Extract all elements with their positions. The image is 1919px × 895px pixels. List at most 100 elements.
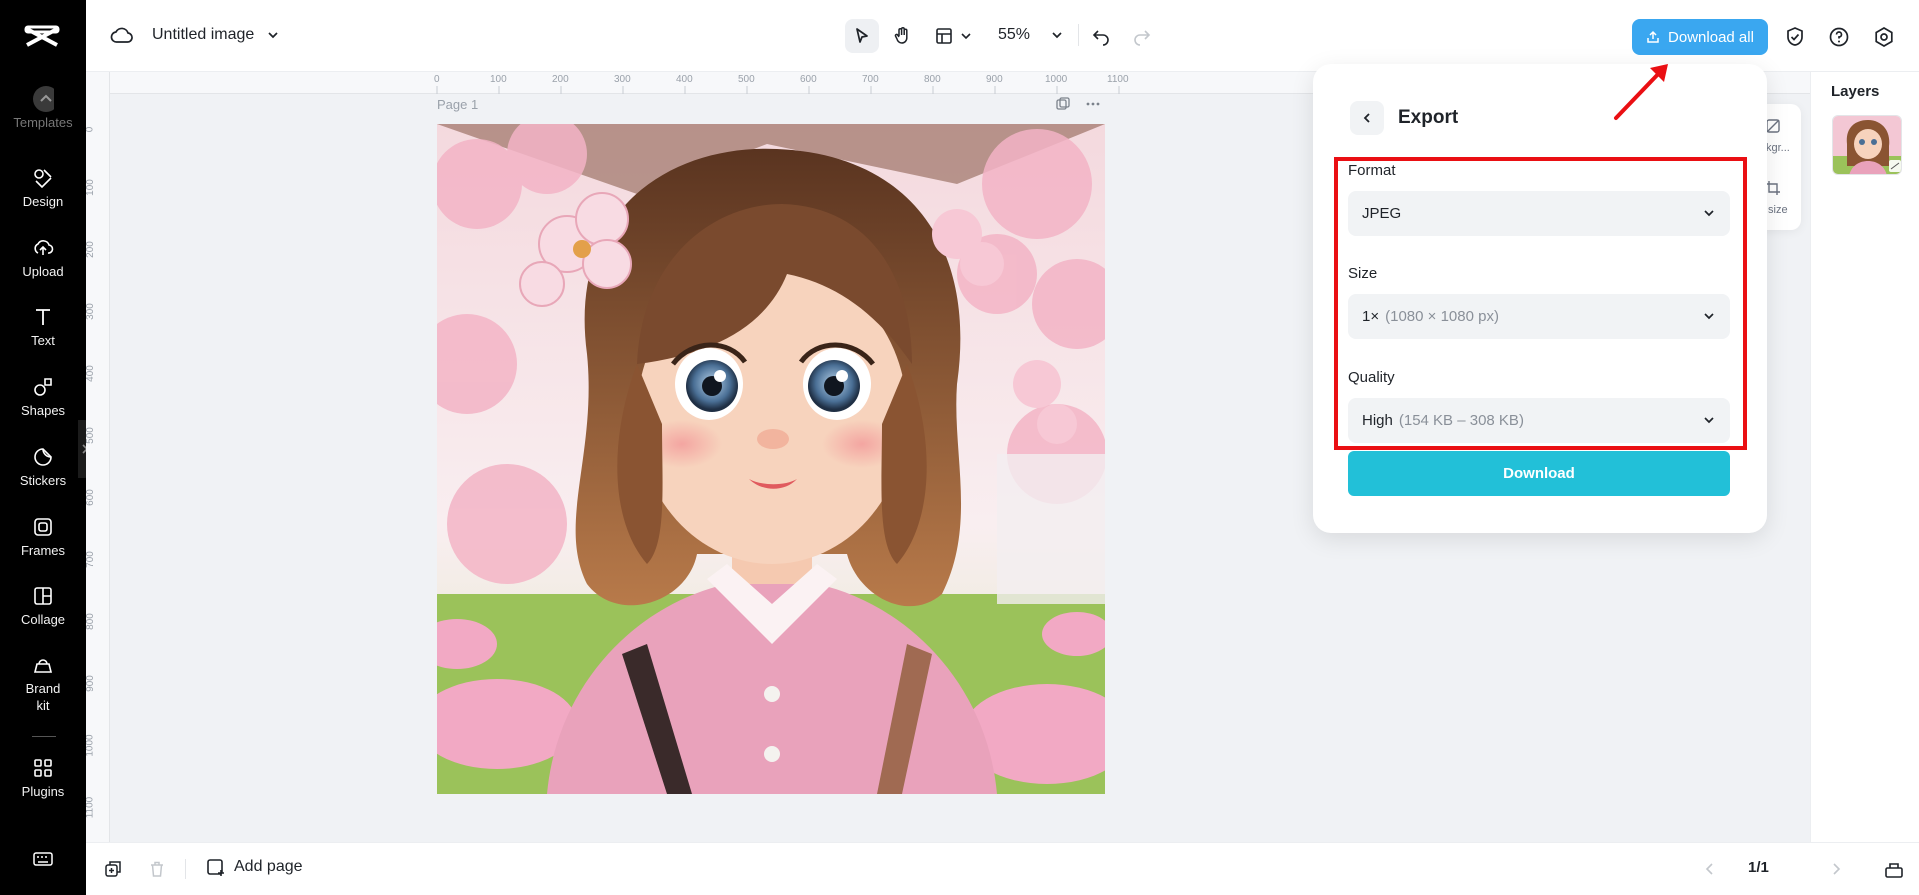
sidebar-item-stickers[interactable]: Stickers bbox=[0, 446, 86, 489]
remove-background-icon[interactable] bbox=[1765, 118, 1781, 134]
size-select[interactable]: 1× (1080 × 1080 px) bbox=[1348, 294, 1730, 339]
hand-tool-button[interactable] bbox=[885, 19, 919, 53]
zoom-dropdown[interactable]: 55% bbox=[998, 26, 1064, 44]
settings-gear-icon[interactable] bbox=[1873, 26, 1895, 48]
layer-thumbnail[interactable] bbox=[1832, 115, 1902, 175]
brand-kit-icon bbox=[32, 654, 54, 676]
ruler-label: 1100 bbox=[86, 796, 96, 819]
ruler-label: 400 bbox=[676, 74, 693, 85]
size-detail: (1080 × 1080 px) bbox=[1385, 308, 1499, 325]
sidebar-item-text[interactable]: Text bbox=[0, 306, 86, 349]
redo-icon bbox=[1134, 30, 1151, 46]
select-tool-button[interactable] bbox=[845, 19, 879, 53]
layout-dropdown[interactable] bbox=[934, 26, 972, 46]
ruler-label: 300 bbox=[614, 74, 631, 85]
shield-icon[interactable] bbox=[1784, 26, 1806, 48]
quality-select[interactable]: High (154 KB – 308 KB) bbox=[1348, 398, 1730, 443]
chevron-down-icon bbox=[1704, 417, 1714, 424]
ruler-left: 0 100 200 300 400 500 600 700 800 900 10… bbox=[86, 72, 110, 842]
quality-label: Quality bbox=[1348, 369, 1395, 386]
ruler-label: 400 bbox=[86, 365, 96, 382]
pointer-icon bbox=[856, 28, 868, 43]
chevron-down-icon bbox=[961, 33, 971, 40]
page-label: Page 1 bbox=[437, 97, 479, 112]
ruler-label: 700 bbox=[862, 74, 879, 85]
quality-detail: (154 KB – 308 KB) bbox=[1398, 412, 1524, 429]
layers-panel: Layers bbox=[1810, 72, 1919, 842]
add-page-button[interactable]: Add page bbox=[206, 857, 303, 877]
add-page-icon bbox=[207, 859, 224, 876]
stickers-icon bbox=[32, 446, 54, 468]
prev-page-button[interactable] bbox=[1702, 861, 1718, 882]
sidebar-item-label: Brand kit bbox=[25, 681, 61, 713]
plugins-icon bbox=[32, 757, 54, 779]
upload-icon bbox=[32, 237, 54, 259]
chevron-down-icon bbox=[1704, 210, 1714, 217]
more-options-icon[interactable] bbox=[1085, 96, 1101, 112]
redo-button[interactable] bbox=[1132, 26, 1152, 46]
ruler-label: 1000 bbox=[1045, 74, 1068, 85]
resize-label: size bbox=[1768, 204, 1788, 216]
sidebar-item-templates[interactable]: Templates bbox=[0, 86, 86, 131]
remove-background-label: kgr... bbox=[1766, 142, 1790, 154]
format-select[interactable]: JPEG bbox=[1348, 191, 1730, 236]
chevron-down-icon bbox=[1704, 313, 1714, 320]
doc-title: Untitled image bbox=[152, 26, 255, 43]
sidebar-item-shapes[interactable]: Shapes bbox=[0, 376, 86, 419]
sidebar-item-brand-kit[interactable]: Brand kit bbox=[0, 654, 86, 714]
ruler-label: 100 bbox=[86, 179, 96, 196]
undo-icon bbox=[1092, 30, 1109, 46]
layout-icon bbox=[936, 28, 952, 44]
ruler-label: 800 bbox=[86, 613, 96, 630]
layers-title: Layers bbox=[1831, 83, 1880, 100]
capcut-editor: Templates Design Upload Text Shapes Stic… bbox=[0, 0, 1919, 895]
duplicate-icon[interactable] bbox=[103, 859, 123, 884]
help-icon[interactable] bbox=[1828, 26, 1850, 48]
resize-icon[interactable] bbox=[1765, 180, 1781, 196]
sidebar-item-collage[interactable]: Collage bbox=[0, 585, 86, 628]
ruler-label: 600 bbox=[800, 74, 817, 85]
ruler-label: 1000 bbox=[86, 734, 96, 757]
ruler-label: 700 bbox=[86, 551, 96, 568]
sidebar-item-design[interactable]: Design bbox=[0, 167, 86, 210]
sidebar-divider bbox=[32, 736, 56, 737]
sidebar-item-plugins[interactable]: Plugins bbox=[0, 757, 86, 800]
chevron-left-icon bbox=[1363, 113, 1370, 123]
ruler-label: 200 bbox=[552, 74, 569, 85]
hand-icon bbox=[894, 27, 908, 44]
trash-icon[interactable] bbox=[147, 859, 167, 884]
download-button[interactable]: Download bbox=[1348, 451, 1730, 496]
ruler-label: 500 bbox=[86, 427, 96, 444]
ruler-label: 200 bbox=[86, 241, 96, 258]
sidebar-item-frames[interactable]: Frames bbox=[0, 516, 86, 559]
pages-panel-icon[interactable] bbox=[1884, 859, 1904, 884]
duplicate-page-icon[interactable] bbox=[1055, 96, 1071, 112]
download-all-button[interactable]: Download all bbox=[1632, 19, 1768, 55]
sidebar-item-label: Plugins bbox=[21, 784, 65, 799]
zoom-level: 55% bbox=[998, 26, 1031, 43]
left-sidebar: Templates Design Upload Text Shapes Stic… bbox=[0, 0, 86, 895]
chevron-left-icon bbox=[1705, 863, 1713, 875]
sidebar-item-label: Shapes bbox=[20, 403, 66, 418]
sidebar-item-upload[interactable]: Upload bbox=[0, 237, 86, 280]
keyboard-icon bbox=[32, 848, 54, 870]
undo-button[interactable] bbox=[1091, 26, 1111, 46]
export-popup: Export Format JPEG Size 1× (1080 × 1080 … bbox=[1313, 64, 1767, 533]
page-counter: 1/1 bbox=[1748, 859, 1769, 876]
sidebar-item-label: Collage bbox=[20, 612, 66, 627]
shapes-icon bbox=[32, 376, 54, 398]
page-tools bbox=[1055, 96, 1101, 112]
collage-icon bbox=[32, 585, 54, 607]
next-page-button[interactable] bbox=[1828, 861, 1844, 882]
doc-title-dropdown[interactable]: Untitled image bbox=[152, 26, 280, 44]
chevron-down-icon bbox=[1052, 32, 1062, 39]
capcut-logo-icon[interactable] bbox=[20, 20, 64, 54]
canvas-artwork-image[interactable] bbox=[437, 124, 1105, 794]
keyboard-shortcuts-button[interactable] bbox=[0, 848, 86, 870]
text-icon bbox=[32, 306, 54, 328]
ruler-label: 300 bbox=[86, 303, 96, 320]
bottom-divider bbox=[185, 859, 186, 879]
ruler-label: 1100 bbox=[1107, 74, 1129, 85]
cloud-save-icon[interactable] bbox=[110, 24, 134, 48]
export-back-button[interactable] bbox=[1350, 101, 1384, 135]
